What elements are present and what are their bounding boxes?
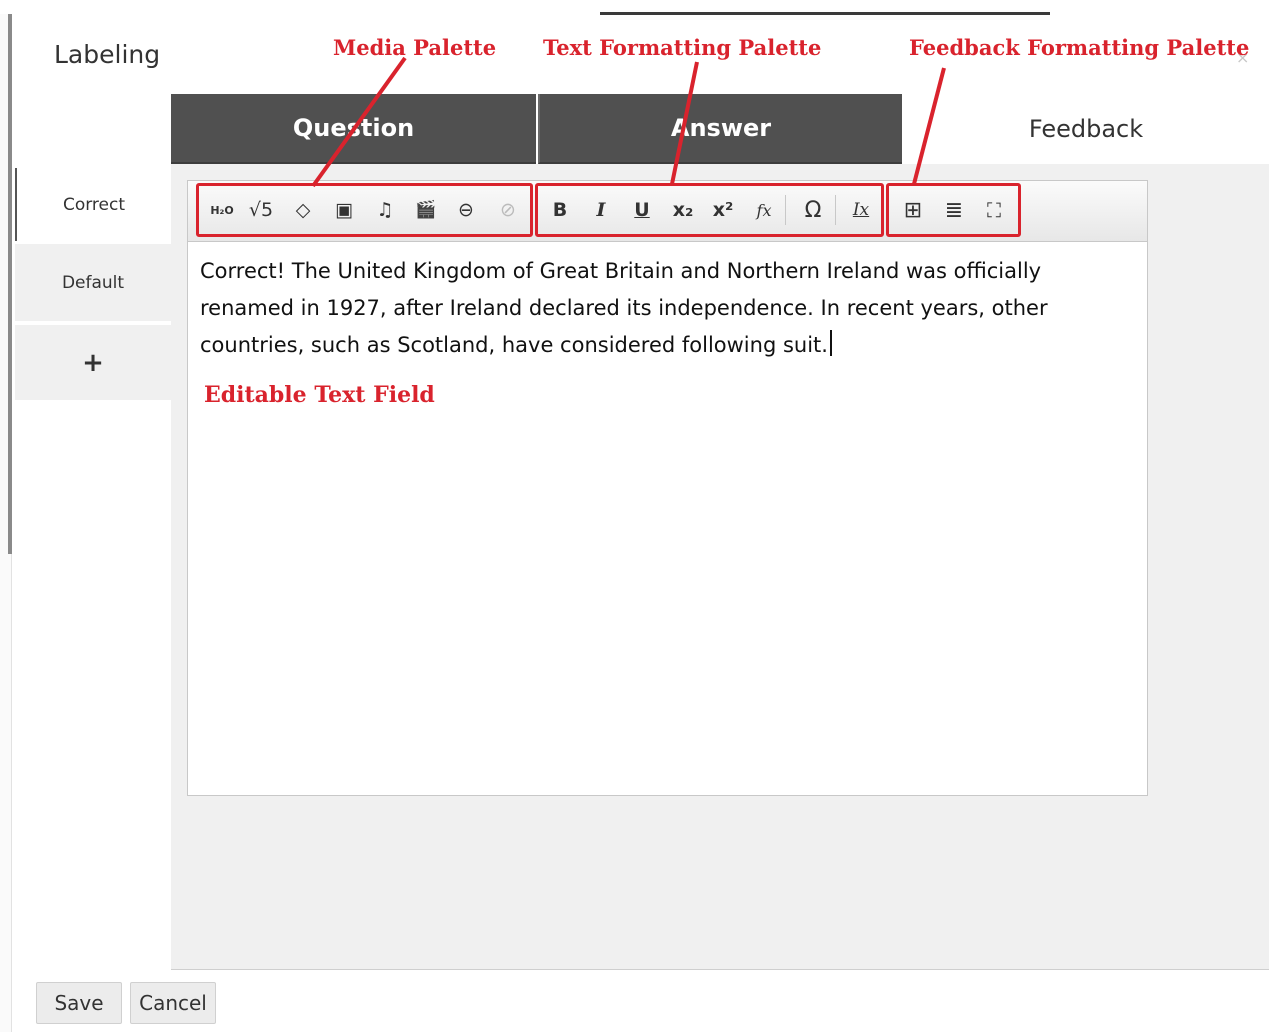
square-root-icon[interactable]: √5 — [246, 195, 276, 225]
underline-icon[interactable]: U — [627, 195, 657, 225]
tab-feedback[interactable]: Feedback — [903, 94, 1269, 164]
video-icon[interactable]: 🎬 — [411, 195, 441, 225]
annotation-text-formatting-palette: Text Formatting Palette — [543, 35, 822, 60]
superscript-icon[interactable]: x² — [708, 195, 738, 225]
editor-toolbar: H₂O √5 ◇ ▣ ♫ 🎬 ⊖ ⊘ B I U x₂ x² fx Ω Ix ⊞… — [188, 181, 1147, 242]
bold-icon[interactable]: B — [545, 195, 575, 225]
horizontal-rule-icon[interactable]: ≣ — [939, 195, 969, 225]
annotation-editable-text-field: Editable Text Field — [204, 382, 435, 408]
formula-icon[interactable]: fx — [749, 195, 779, 225]
side-item-correct[interactable]: Correct — [15, 168, 171, 241]
window-top-strip — [600, 12, 1050, 15]
link-icon[interactable]: ⊖ — [451, 195, 481, 225]
maximize-icon[interactable]: ⛶ — [979, 195, 1009, 225]
annotation-feedback-formatting-palette: Feedback Formatting Palette — [909, 35, 1250, 60]
special-char-icon[interactable]: Ω — [798, 195, 828, 225]
paint-bucket-icon[interactable]: ◇ — [288, 195, 318, 225]
rich-text-editor[interactable]: H₂O √5 ◇ ▣ ♫ 🎬 ⊖ ⊘ B I U x₂ x² fx Ω Ix ⊞… — [187, 180, 1148, 796]
tab-answer[interactable]: Answer — [538, 94, 902, 164]
audio-icon[interactable]: ♫ — [370, 195, 400, 225]
subscript-icon[interactable]: x₂ — [668, 195, 698, 225]
side-item-default[interactable]: Default — [15, 244, 171, 321]
save-button[interactable]: Save — [36, 982, 122, 1024]
feedback-text: Correct! The United Kingdom of Great Bri… — [200, 259, 1048, 357]
unlink-icon[interactable]: ⊘ — [493, 195, 523, 225]
dialog-title: Labeling — [54, 40, 161, 69]
text-caret — [829, 330, 832, 356]
cancel-button[interactable]: Cancel — [130, 982, 216, 1024]
window-left-edge — [0, 14, 12, 1032]
chemistry-icon[interactable]: H₂O — [207, 195, 237, 225]
table-icon[interactable]: ⊞ — [898, 195, 928, 225]
add-feedback-button[interactable]: + — [15, 325, 171, 400]
remove-format-icon[interactable]: Ix — [846, 195, 876, 225]
italic-icon[interactable]: I — [586, 195, 616, 225]
annotation-media-palette: Media Palette — [333, 35, 497, 60]
image-icon[interactable]: ▣ — [329, 195, 359, 225]
editable-text-field[interactable]: Correct! The United Kingdom of Great Bri… — [200, 253, 1130, 364]
tab-question[interactable]: Question — [171, 94, 536, 164]
